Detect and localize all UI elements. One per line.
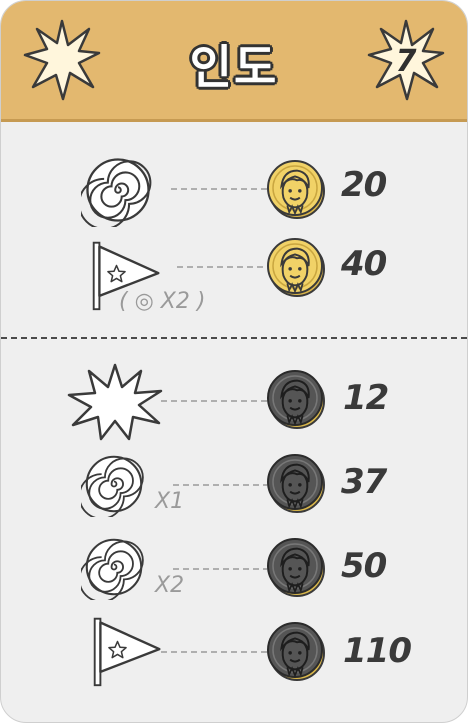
points-value: 37 [341,462,387,502]
spiral-icon [81,534,147,600]
gold-coin-icon [266,159,326,219]
dark-coin-icon [266,369,326,429]
dark-coin-icon [266,453,326,513]
section-divider [1,337,467,339]
points-value: 40 [341,244,387,284]
points-value: 12 [343,378,389,418]
dashed-connector [161,651,267,653]
spiral-icon [81,451,147,517]
card-header: 인도 7 [1,1,467,122]
flag-icon [87,613,167,689]
bonus-modifier: ( ◎ X2 ) [119,289,206,314]
scoring-card: 인도 7 20 ( ◎ X2 ) 40 12 X1 37 X2 50 110 [0,0,468,723]
dashed-connector [173,484,267,486]
points-value: 20 [341,165,387,205]
dashed-connector [173,568,267,570]
dashed-connector [161,400,267,402]
dashed-connector [177,266,267,268]
points-value: 110 [343,631,412,671]
dashed-connector [171,188,267,190]
multiplier-label: X1 [155,489,185,514]
round-number: 7 [395,44,417,79]
multiplier-label: X2 [155,573,185,598]
dark-coin-icon [266,621,326,681]
starburst-icon [65,361,165,441]
dark-coin-icon [266,537,326,597]
spiral-icon [81,153,155,227]
points-value: 50 [341,546,387,586]
gold-coin-icon [266,237,326,297]
